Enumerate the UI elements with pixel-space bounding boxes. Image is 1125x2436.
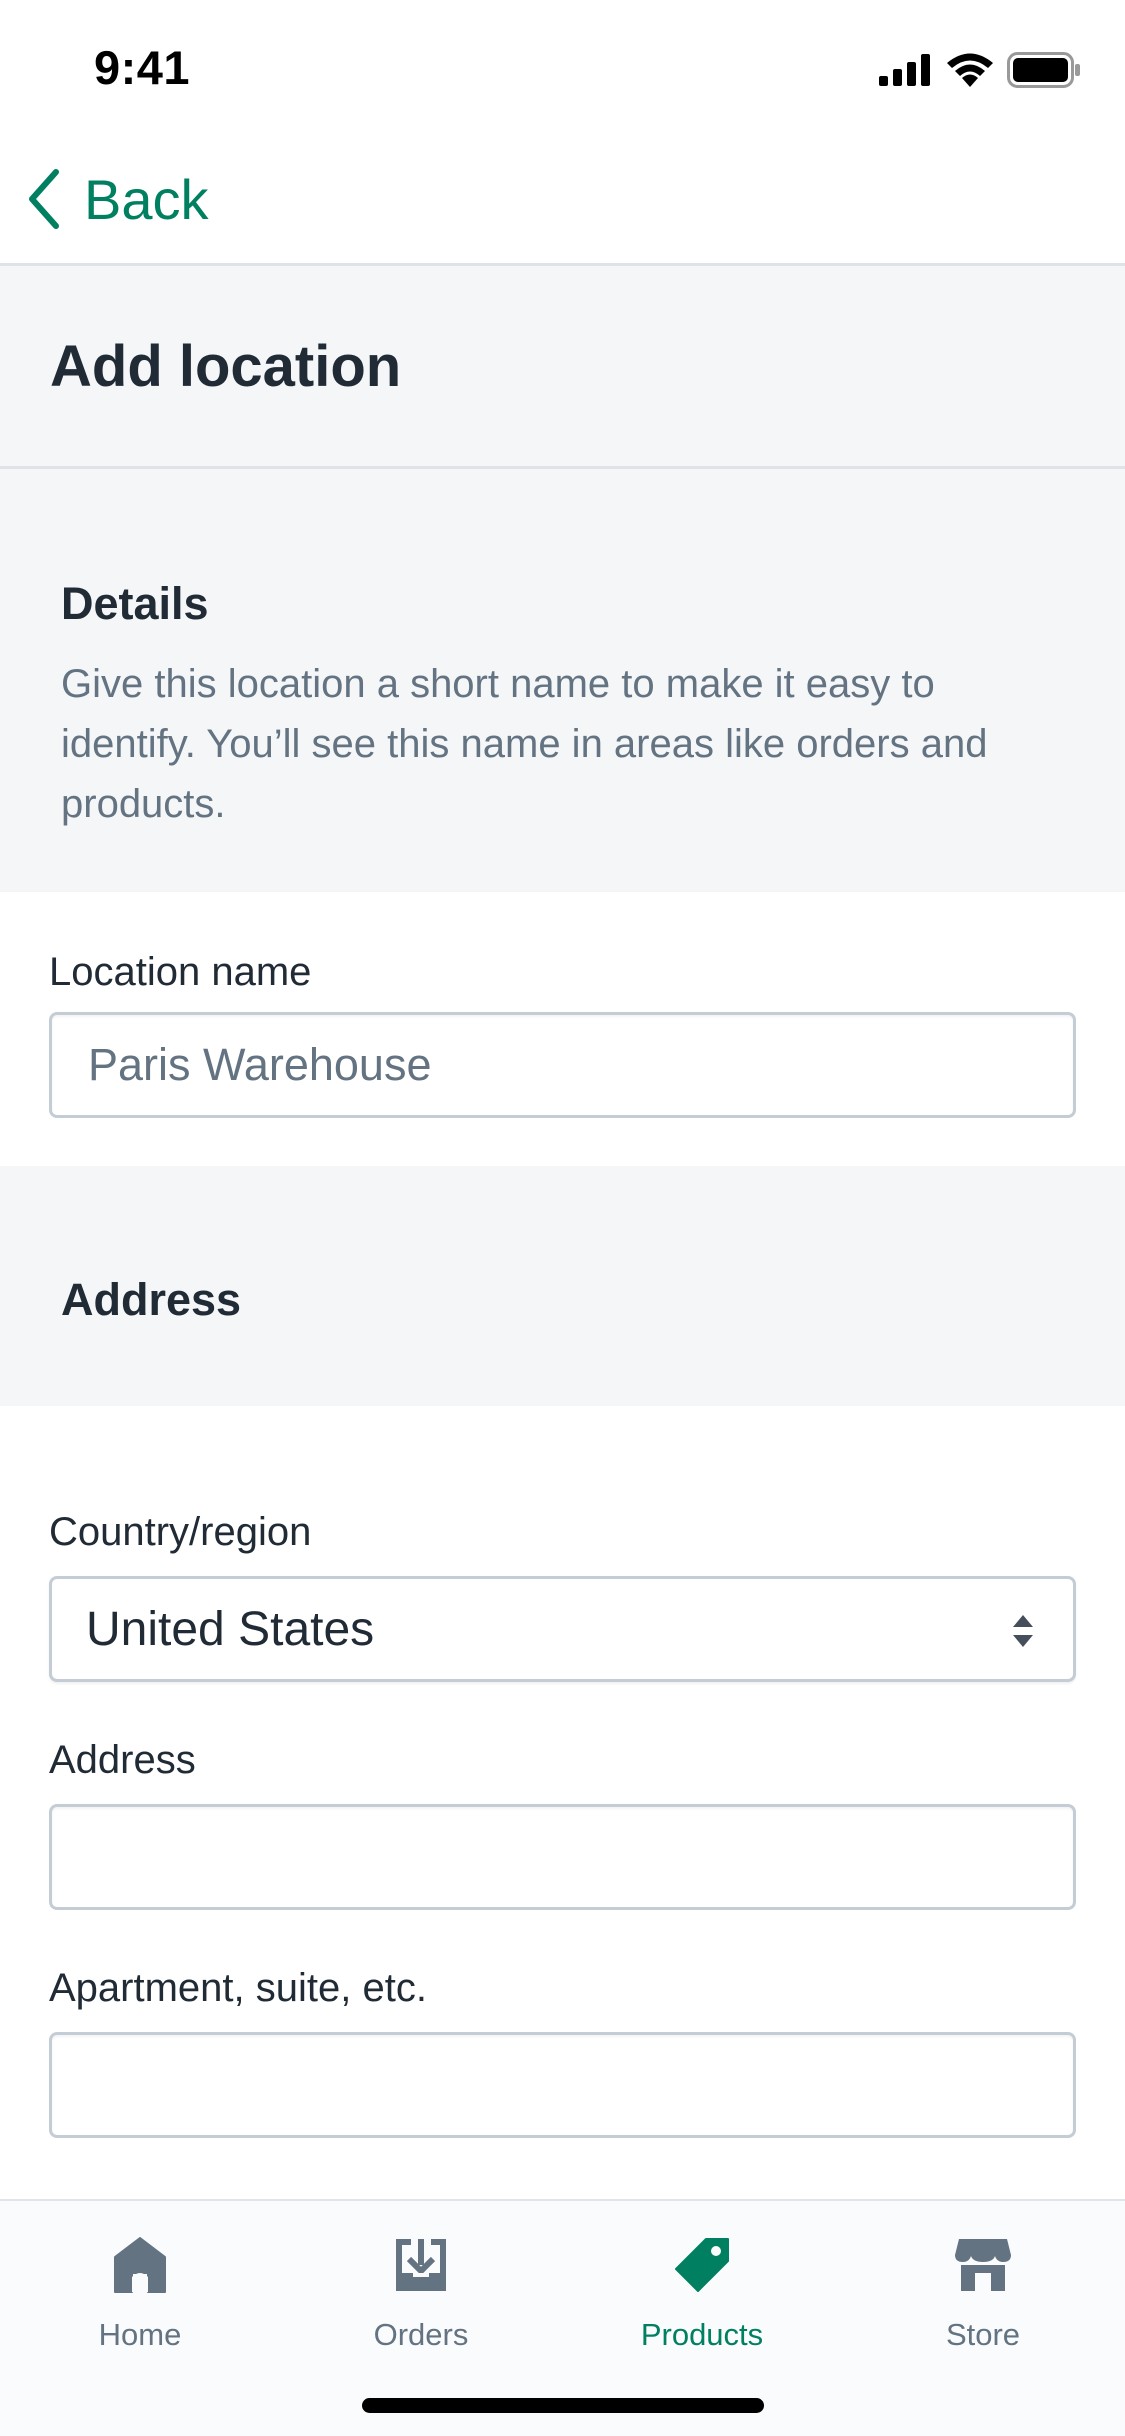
home-indicator[interactable] <box>362 2398 764 2413</box>
tab-orders-label: Orders <box>373 2317 469 2352</box>
address-input[interactable] <box>49 1804 1076 1910</box>
status-icons <box>879 50 1081 90</box>
tab-orders[interactable]: Orders <box>321 2231 521 2361</box>
country-label: Country/region <box>49 1510 312 1554</box>
location-name-card: Location name <box>0 892 1125 1166</box>
signal-icon <box>879 54 930 86</box>
address-heading: Address <box>61 1274 242 1325</box>
title-section: Add location <box>0 269 1125 469</box>
tab-store-label: Store <box>945 2317 1021 2352</box>
home-icon <box>114 2237 166 2293</box>
country-select[interactable]: United States <box>49 1576 1076 1682</box>
status-bar: 9:41 <box>0 0 1125 132</box>
page-title: Add location <box>50 334 402 399</box>
address-heading-section: Address <box>0 1166 1125 1406</box>
chevron-left-icon <box>29 169 59 229</box>
details-heading: Details <box>61 578 209 629</box>
wifi-icon <box>947 53 993 87</box>
select-arrows-icon <box>1013 1615 1033 1647</box>
address-label: Address <box>49 1738 196 1782</box>
location-name-label: Location name <box>49 950 312 994</box>
apartment-label: Apartment, suite, etc. <box>49 1966 427 2010</box>
tab-store[interactable]: Store <box>883 2231 1083 2361</box>
navigation-bar: Back <box>0 132 1125 266</box>
store-icon <box>955 2239 1011 2291</box>
apartment-input[interactable] <box>49 2032 1076 2138</box>
tab-home[interactable]: Home <box>40 2231 240 2361</box>
address-card: Country/region United States Address Apa… <box>0 1406 1125 2200</box>
battery-icon <box>1007 52 1080 88</box>
status-time: 9:41 <box>94 41 191 94</box>
tag-icon <box>675 2238 729 2292</box>
back-label: Back <box>84 167 209 231</box>
orders-icon <box>396 2239 446 2291</box>
country-selected-value: United States <box>86 1602 375 1656</box>
location-name-input[interactable] <box>49 1012 1076 1118</box>
back-button[interactable]: Back <box>24 162 209 236</box>
tab-products-label: Products <box>640 2317 764 2352</box>
tab-home-label: Home <box>98 2317 182 2352</box>
screen: 9:41 Back Add location Details Give this… <box>0 0 1125 2436</box>
details-section: Details Give this location a short name … <box>0 472 1125 892</box>
tab-products[interactable]: Products <box>602 2231 802 2361</box>
details-description: Give this location a short name to make … <box>61 662 988 826</box>
